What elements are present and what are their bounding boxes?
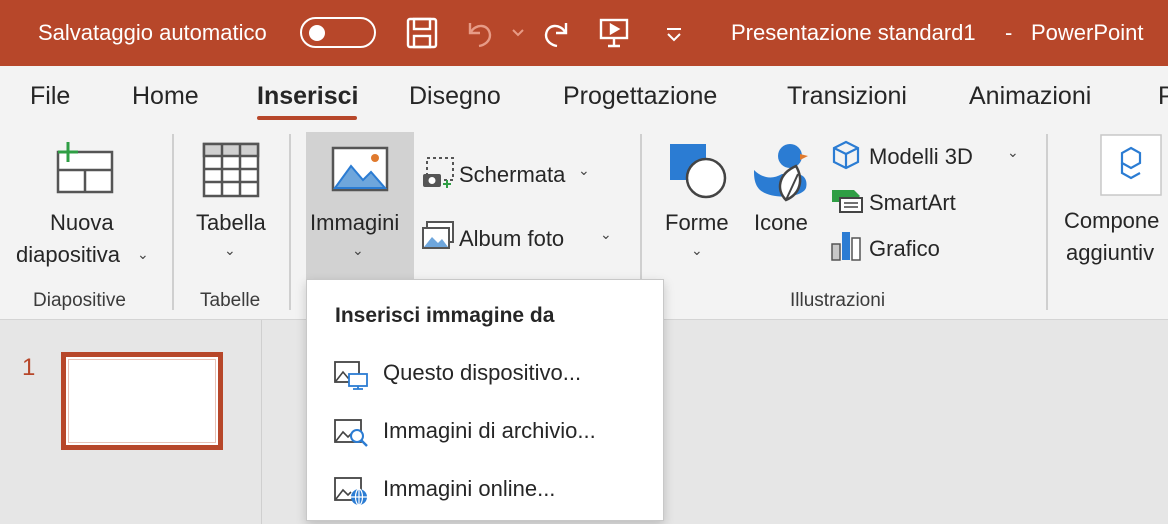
- active-tab-indicator: [257, 116, 357, 120]
- chart-label[interactable]: Grafico: [869, 236, 940, 262]
- group-separator: [289, 134, 291, 310]
- autosave-toggle[interactable]: [300, 17, 376, 48]
- slides-pane: 1: [0, 320, 262, 524]
- photo-album-icon[interactable]: [421, 220, 455, 250]
- screenshot-chevron-icon[interactable]: ⌄: [578, 162, 590, 179]
- new-slide-chevron-icon[interactable]: ⌄: [137, 246, 149, 263]
- tab-draw[interactable]: Disegno: [409, 82, 501, 111]
- images-chevron-icon[interactable]: ⌄: [352, 242, 364, 259]
- addins-label-line2[interactable]: aggiuntiv: [1066, 240, 1154, 266]
- icons-insert-icon[interactable]: [752, 140, 814, 202]
- addins-label-line1[interactable]: Compone: [1064, 208, 1159, 234]
- document-title: Presentazione standard1: [731, 20, 976, 45]
- models-3d-chevron-icon[interactable]: ⌄: [1007, 144, 1019, 161]
- menu-item-this-device[interactable]: Questo dispositivo...: [307, 348, 663, 400]
- slide-thumbnail[interactable]: [61, 352, 223, 450]
- new-slide-label-line1[interactable]: Nuova: [50, 210, 114, 236]
- online-images-label: Immagini online...: [383, 476, 556, 501]
- images-label[interactable]: Immagini: [310, 210, 399, 236]
- menu-item-online-images[interactable]: Immagini online...: [307, 464, 663, 516]
- tab-file[interactable]: File: [30, 82, 70, 111]
- dropdown-title: Inserisci immagine da: [335, 304, 555, 327]
- table-icon[interactable]: [202, 140, 260, 198]
- tab-slideshow[interactable]: P: [1158, 82, 1168, 111]
- chart-icon[interactable]: [830, 230, 864, 262]
- undo-icon[interactable]: [462, 15, 498, 51]
- images-icon[interactable]: [331, 146, 389, 192]
- undo-dropdown-chevron-icon[interactable]: [500, 15, 526, 51]
- toggle-knob: [309, 25, 325, 41]
- redo-icon[interactable]: [538, 15, 574, 51]
- screenshot-icon[interactable]: [421, 156, 455, 190]
- new-slide-label-line2[interactable]: diapositiva: [16, 242, 120, 268]
- cube-3d-icon[interactable]: [832, 140, 860, 170]
- slide-thumbnail-canvas: [68, 359, 216, 443]
- table-chevron-icon[interactable]: ⌄: [224, 242, 236, 259]
- title-separator: -: [1005, 20, 1013, 45]
- group-separator: [1046, 134, 1048, 310]
- ribbon-tabs: File Home Inserisci Disegno Progettazion…: [0, 66, 1168, 126]
- photo-album-label[interactable]: Album foto: [459, 226, 564, 252]
- smartart-icon[interactable]: [830, 188, 864, 214]
- screenshot-label[interactable]: Schermata: [459, 162, 565, 188]
- models-3d-label[interactable]: Modelli 3D: [869, 144, 973, 170]
- shapes-label[interactable]: Forme: [665, 210, 729, 236]
- save-icon[interactable]: [404, 15, 440, 51]
- customize-toolbar-icon[interactable]: [656, 15, 692, 51]
- tab-design[interactable]: Progettazione: [563, 82, 717, 111]
- present-from-start-icon[interactable]: [596, 15, 632, 51]
- tab-insert[interactable]: Inserisci: [257, 82, 358, 111]
- title-bar: Salvataggio automatico Presentazione sta…: [0, 0, 1168, 66]
- menu-item-stock-images[interactable]: Immagini di archivio...: [307, 406, 663, 458]
- tab-home[interactable]: Home: [132, 82, 199, 111]
- tab-animations[interactable]: Animazioni: [969, 82, 1091, 111]
- insert-image-dropdown: Inserisci immagine da Questo dispositivo…: [306, 279, 664, 521]
- shapes-icon[interactable]: [668, 142, 730, 200]
- icons-label[interactable]: Icone: [754, 210, 808, 236]
- app-name: PowerPoint: [1031, 20, 1144, 45]
- tab-transitions[interactable]: Transizioni: [787, 82, 907, 111]
- stock-images-label: Immagini di archivio...: [383, 418, 596, 443]
- group-label-illustrations: Illustrazioni: [790, 290, 886, 311]
- table-label[interactable]: Tabella: [196, 210, 266, 236]
- smartart-label[interactable]: SmartArt: [869, 190, 956, 216]
- slide-number: 1: [22, 354, 36, 381]
- autosave-label: Salvataggio automatico: [38, 20, 267, 45]
- this-device-icon: [333, 360, 369, 390]
- group-label-slides: Diapositive: [33, 290, 126, 311]
- stock-images-icon: [333, 418, 369, 448]
- new-slide-icon[interactable]: [52, 140, 114, 196]
- this-device-label: Questo dispositivo...: [383, 360, 582, 385]
- group-label-tables: Tabelle: [200, 290, 261, 311]
- online-images-icon: [333, 476, 369, 506]
- group-separator: [172, 134, 174, 310]
- photo-album-chevron-icon[interactable]: ⌄: [600, 226, 612, 243]
- addins-icon[interactable]: [1100, 134, 1162, 196]
- shapes-chevron-icon[interactable]: ⌄: [691, 242, 703, 259]
